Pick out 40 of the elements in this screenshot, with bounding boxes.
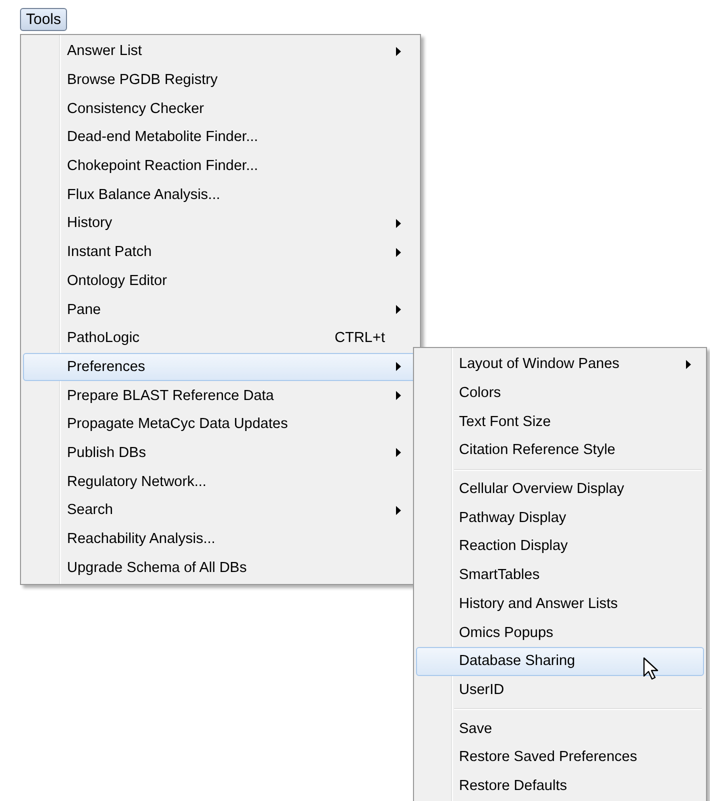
menu-item[interactable]: Save: [416, 714, 704, 743]
menu-item[interactable]: Text Font Size: [416, 407, 704, 436]
submenu-arrow-icon: [396, 362, 401, 372]
menu-item[interactable]: SmartTables: [416, 560, 704, 590]
menu-item[interactable]: UserID: [416, 676, 704, 704]
menu-item[interactable]: Layout of Window Panes: [416, 350, 704, 379]
menu-item[interactable]: Browse PGDB Registry: [23, 66, 418, 94]
menu-item[interactable]: Reaction Display: [416, 532, 704, 561]
menu-item[interactable]: Citation Reference Style: [416, 436, 704, 465]
menu-item[interactable]: Search: [23, 496, 418, 525]
submenu-arrow-icon: [396, 448, 401, 458]
submenu-arrow-icon: [396, 391, 401, 400]
menu-item[interactable]: History: [23, 209, 418, 238]
submenu-arrow-icon: [686, 360, 691, 369]
menu-item[interactable]: Dead-end Metabolite Finder...: [23, 123, 418, 152]
menu-item[interactable]: Consistency Checker: [23, 94, 418, 124]
menu-item[interactable]: PathoLogic CTRL+t: [23, 324, 418, 353]
mouse-pointer-icon: [643, 657, 660, 682]
menu-item[interactable]: Chokepoint Reaction Finder...: [23, 152, 418, 180]
menu-item[interactable]: Cellular Overview Display: [416, 474, 704, 504]
menu-item[interactable]: Instant Patch: [23, 238, 418, 266]
menu-item[interactable]: Publish DBs: [23, 438, 418, 468]
menu-item[interactable]: History and Answer Lists: [416, 590, 704, 618]
menu-item[interactable]: Flux Balance Analysis...: [23, 180, 418, 210]
submenu-arrow-icon: [396, 305, 401, 314]
menu-item[interactable]: Answer List: [23, 37, 418, 66]
submenu-arrow-icon: [396, 506, 401, 515]
menu-item[interactable]: Prepare BLAST Reference Data: [23, 381, 418, 410]
menu-item[interactable]: Restore Saved Preferences: [416, 742, 704, 772]
menu-item[interactable]: Pathway Display: [416, 503, 704, 532]
menu-item[interactable]: Pane: [23, 295, 418, 324]
menu-item[interactable]: Colors: [416, 378, 704, 408]
submenu-arrow-icon: [396, 218, 401, 228]
menu-item[interactable]: Omics Popups: [416, 618, 704, 647]
submenu-arrow-icon: [396, 46, 401, 56]
menu-item[interactable]: Restore Defaults: [416, 772, 704, 800]
menu-item[interactable]: Database Sharing: [416, 646, 704, 676]
menu-bar-item[interactable]: Tools: [20, 8, 68, 31]
submenu-arrow-icon: [396, 248, 401, 257]
menu-item[interactable]: Ontology Editor: [23, 266, 418, 296]
